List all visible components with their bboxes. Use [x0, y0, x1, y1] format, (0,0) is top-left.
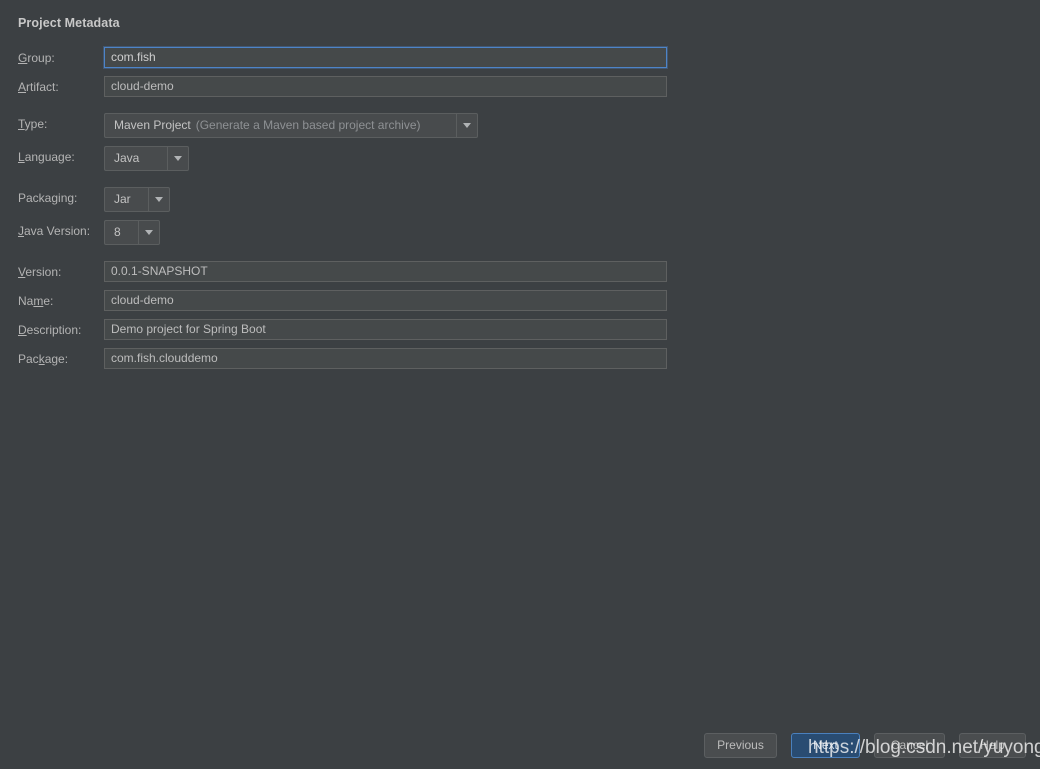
group-input[interactable]: com.fish	[104, 47, 667, 68]
type-combobox[interactable]: Maven Project (Generate a Maven based pro…	[104, 113, 478, 138]
chevron-down-icon[interactable]	[167, 146, 189, 171]
label-description: Description:	[18, 323, 82, 337]
dialog-button-bar: Previous Next Cancel Help	[0, 733, 1040, 761]
chevron-down-icon[interactable]	[148, 187, 170, 212]
name-input[interactable]: cloud-demo	[104, 290, 667, 311]
description-input[interactable]: Demo project for Spring Boot	[104, 319, 667, 340]
label-language: Language:	[18, 150, 75, 164]
type-combobox-value-hint: (Generate a Maven based project archive)	[195, 118, 421, 132]
packaging-combobox[interactable]: Jar	[104, 187, 170, 212]
label-package: Package:	[18, 352, 69, 366]
java-version-combobox-value: 8	[104, 220, 138, 245]
label-version: Version:	[18, 265, 62, 279]
package-input[interactable]: com.fish.clouddemo	[104, 348, 667, 369]
chevron-down-icon[interactable]	[456, 113, 478, 138]
label-type: Type:	[18, 117, 48, 131]
packaging-combobox-value: Jar	[104, 187, 148, 212]
type-combobox-value-text: Maven Project	[114, 118, 191, 132]
artifact-input[interactable]: cloud-demo	[104, 76, 667, 97]
version-input[interactable]: 0.0.1-SNAPSHOT	[104, 261, 667, 282]
chevron-down-icon[interactable]	[138, 220, 160, 245]
label-packaging: Packaging:	[18, 191, 78, 205]
label-group: Group:	[18, 51, 55, 65]
type-combobox-value: Maven Project (Generate a Maven based pro…	[104, 113, 456, 138]
label-name: Name:	[18, 294, 54, 308]
project-metadata-panel: Project Metadata Group: com.fish Artifac…	[0, 0, 1040, 769]
cancel-button[interactable]: Cancel	[874, 733, 945, 758]
help-button[interactable]: Help	[959, 733, 1026, 758]
language-combobox[interactable]: Java	[104, 146, 189, 171]
label-java-version: Java Version:	[18, 224, 91, 238]
previous-button[interactable]: Previous	[704, 733, 777, 758]
java-version-combobox[interactable]: 8	[104, 220, 160, 245]
language-combobox-value: Java	[104, 146, 167, 171]
next-button[interactable]: Next	[791, 733, 860, 758]
label-artifact: Artifact:	[18, 80, 59, 94]
page-title: Project Metadata	[18, 16, 120, 30]
